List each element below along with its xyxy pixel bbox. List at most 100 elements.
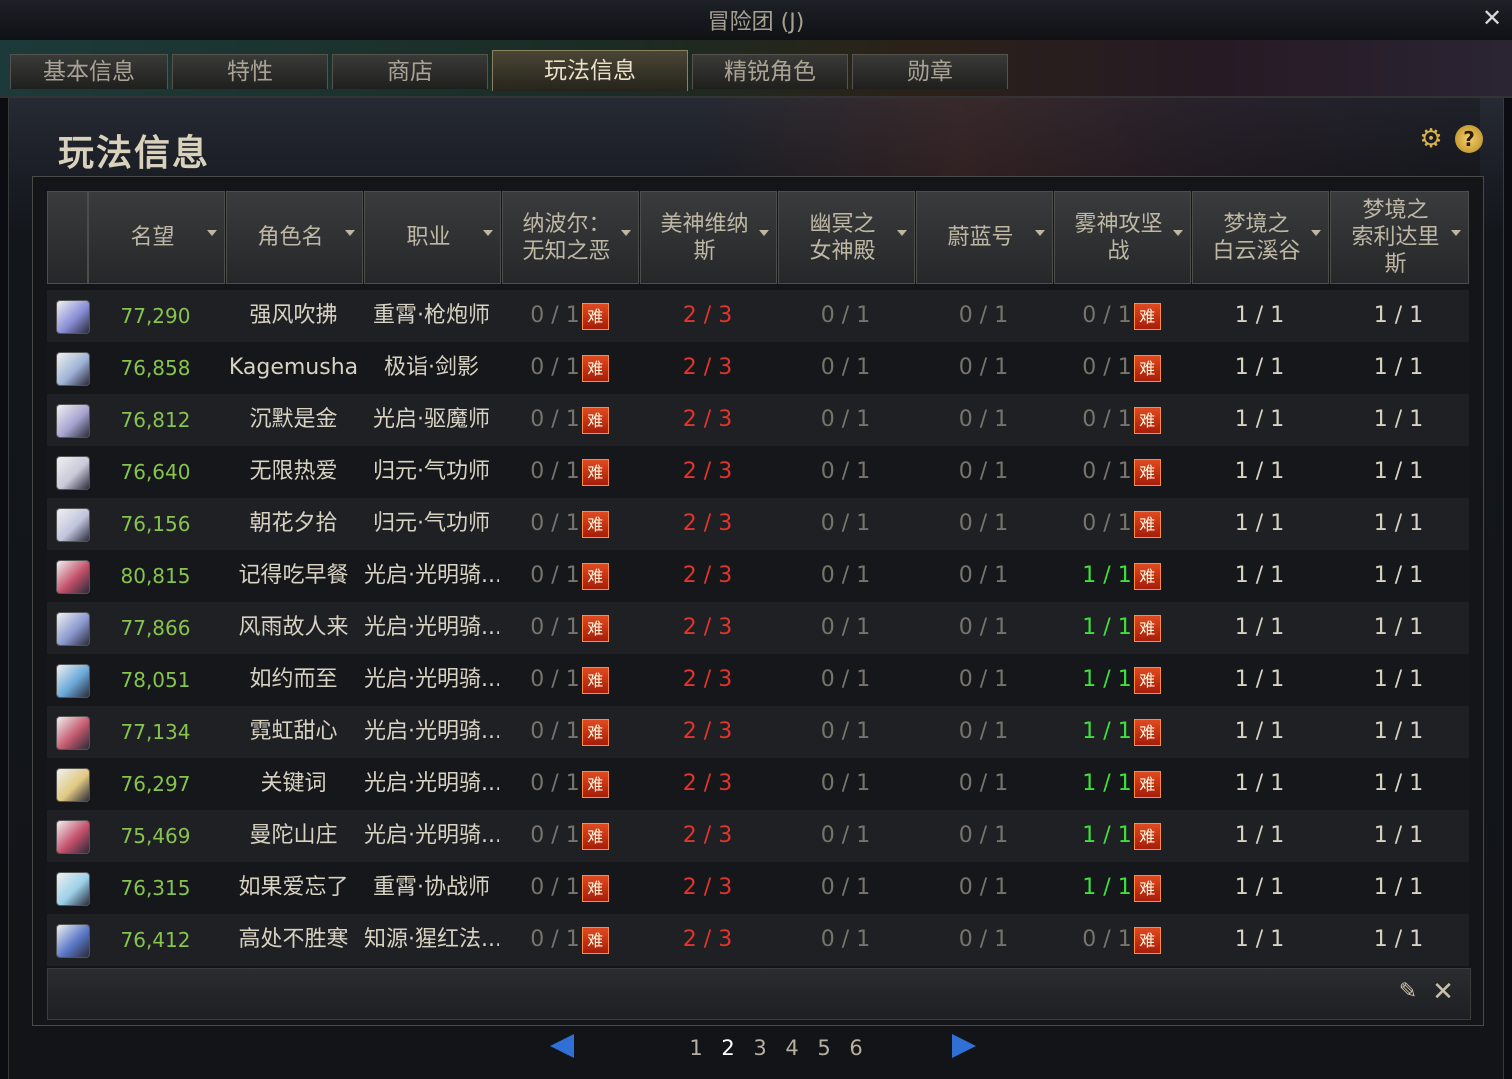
- clear-count: 1 / 1: [1082, 667, 1132, 692]
- page-number[interactable]: 4: [776, 1036, 808, 1060]
- clear-count-cell: 1 / 1: [1192, 862, 1327, 914]
- close-icon[interactable]: ✕: [1431, 979, 1455, 1005]
- header-dungeon-3[interactable]: 幽冥之 女神殿: [778, 191, 915, 284]
- fame-value: 76,858: [120, 356, 191, 380]
- hard-mode-badge: 难: [1133, 770, 1161, 798]
- header-dungeon-5[interactable]: 雾神攻坚 战: [1054, 191, 1191, 284]
- clear-count-cell: 1 / 1: [1192, 758, 1327, 810]
- clear-count: 0 / 1: [530, 615, 580, 640]
- sort-arrow-icon: [1173, 230, 1183, 236]
- table-row[interactable]: 80,815 记得吃早餐 光启·光明骑... 0 / 1难2 / 30 / 10 / …: [47, 550, 1469, 602]
- window-close-icon[interactable]: ✕: [1478, 4, 1506, 32]
- clear-count-cell: 0 / 1难: [502, 602, 637, 654]
- help-icon[interactable]: ?: [1455, 125, 1483, 153]
- fame-cell: 76,297: [88, 758, 223, 810]
- table-row[interactable]: 77,866 风雨故人来 光启·光明骑... 0 / 1难2 / 30 / 10 / …: [47, 602, 1469, 654]
- header-dungeon-6[interactable]: 梦境之 白云溪谷: [1192, 191, 1329, 284]
- clear-count: 1 / 1: [1373, 563, 1424, 588]
- header-dungeon-4[interactable]: 蔚蓝号: [916, 191, 1053, 284]
- page-next-arrow-icon[interactable]: [952, 1034, 976, 1058]
- character-name-cell: 如果爱忘了: [226, 862, 361, 914]
- pencil-icon[interactable]: ✎: [1396, 980, 1420, 1004]
- character-name-cell: 霓虹甜心: [226, 706, 361, 758]
- clear-count: 2 / 3: [682, 615, 733, 640]
- tab-traits[interactable]: 特性: [172, 54, 328, 89]
- header-dungeon-2[interactable]: 美神维纳 斯: [640, 191, 777, 284]
- clear-count: 1 / 1: [1234, 771, 1285, 796]
- tab-elite-characters[interactable]: 精锐角色: [692, 54, 848, 89]
- table-row[interactable]: 77,290 强风吹拂 重霄·枪炮师 0 / 1难2 / 30 / 10 / 10 /…: [47, 290, 1469, 342]
- clear-count-cell: 1 / 1: [1330, 446, 1467, 498]
- header-avatar: [47, 191, 88, 284]
- character-name-cell: 沉默是金: [226, 394, 361, 446]
- table-row[interactable]: 75,469 曼陀山庄 光启·光明骑... 0 / 1难2 / 30 / 10 / 1…: [47, 810, 1469, 862]
- page-number[interactable]: 3: [744, 1036, 776, 1060]
- fame-value: 76,315: [120, 876, 191, 900]
- character-name: 如约而至: [249, 667, 338, 692]
- page-number[interactable]: 2: [712, 1036, 744, 1060]
- header-fame[interactable]: 名望: [88, 191, 225, 284]
- table-row[interactable]: 76,315 如果爱忘了 重霄·协战师 0 / 1难2 / 30 / 10 / 11 …: [47, 862, 1469, 914]
- header-job[interactable]: 职业: [364, 191, 501, 284]
- tab-medals[interactable]: 勋章: [852, 54, 1008, 89]
- clear-count-cell: 1 / 1: [1330, 706, 1467, 758]
- page-number[interactable]: 6: [840, 1036, 872, 1060]
- gear-icon[interactable]: ⚙: [1418, 126, 1444, 152]
- table-row[interactable]: 76,640 无限热爱 归元·气功师 0 / 1难2 / 30 / 10 / 10 /…: [47, 446, 1469, 498]
- clear-count: 1 / 1: [1082, 771, 1132, 796]
- clear-count: 0 / 1: [820, 719, 871, 744]
- job-cell: 重霄·协战师: [364, 862, 499, 914]
- page-number[interactable]: 5: [808, 1036, 840, 1060]
- clear-count: 0 / 1: [958, 875, 1009, 900]
- tab-gameplay-info[interactable]: 玩法信息: [492, 50, 688, 91]
- tab-basic-info[interactable]: 基本信息: [10, 54, 168, 89]
- hard-mode-badge: 难: [581, 666, 609, 694]
- clear-count: 1 / 1: [1234, 927, 1285, 952]
- clear-count-cell: 0 / 1: [778, 498, 913, 550]
- table-row[interactable]: 78,051 如约而至 光启·光明骑... 0 / 1难2 / 30 / 10 / 1…: [47, 654, 1469, 706]
- clear-count: 2 / 3: [682, 511, 733, 536]
- header-label: 纳波尔： 无知之恶: [522, 211, 611, 264]
- job-name: 光启·光明骑...: [364, 719, 499, 744]
- clear-count: 1 / 1: [1373, 771, 1424, 796]
- clear-count: 0 / 1: [958, 511, 1009, 536]
- window-title: 冒险团 (J): [707, 10, 805, 35]
- header-dungeon-1[interactable]: 纳波尔： 无知之恶: [502, 191, 639, 284]
- page-number[interactable]: 1: [680, 1036, 712, 1060]
- fame-cell: 77,290: [88, 290, 223, 342]
- table-row[interactable]: 77,134 霓虹甜心 光启·光明骑... 0 / 1难2 / 30 / 10 / 1…: [47, 706, 1469, 758]
- clear-count-cell: 1 / 1: [1192, 810, 1327, 862]
- clear-count: 1 / 1: [1373, 511, 1424, 536]
- clear-count-cell: 0 / 1: [778, 758, 913, 810]
- header-dungeon-7[interactable]: 梦境之 索利达里 斯: [1330, 191, 1469, 284]
- clear-count: 2 / 3: [682, 459, 733, 484]
- fame-value: 76,156: [120, 512, 191, 536]
- tab-shop[interactable]: 商店: [332, 54, 488, 89]
- clear-count: 0 / 1: [820, 355, 871, 380]
- clear-count: 1 / 1: [1234, 407, 1285, 432]
- page-prev-arrow-icon[interactable]: [550, 1034, 574, 1058]
- clear-count-cell: 0 / 1: [916, 706, 1051, 758]
- table-row[interactable]: 76,156 朝花夕拾 归元·气功师 0 / 1难2 / 30 / 10 / 10 /…: [47, 498, 1469, 550]
- table-row[interactable]: 76,812 沉默是金 光启·驱魔师 0 / 1难2 / 30 / 10 / 10 /…: [47, 394, 1469, 446]
- hard-mode-badge: 难: [581, 926, 609, 954]
- hard-mode-badge: 难: [1133, 510, 1161, 538]
- table-row[interactable]: 76,297 关键词 光启·光明骑... 0 / 1难2 / 30 / 10 / 11…: [47, 758, 1469, 810]
- job-cell: 光启·光明骑...: [364, 602, 499, 654]
- avatar: [56, 924, 90, 958]
- character-name-cell: Kagemusha: [226, 342, 361, 394]
- sort-arrow-icon: [759, 230, 769, 236]
- hard-mode-badge: 难: [1133, 562, 1161, 590]
- clear-count-cell: 2 / 3: [640, 498, 775, 550]
- clear-count-cell: 0 / 1难: [1054, 498, 1189, 550]
- clear-count: 0 / 1: [820, 615, 871, 640]
- table-row[interactable]: 76,412 高处不胜寒 知源·猩红法... 0 / 1难2 / 30 / 10 / …: [47, 914, 1469, 966]
- clear-count: 0 / 1: [958, 563, 1009, 588]
- clear-count: 1 / 1: [1373, 615, 1424, 640]
- clear-count-cell: 1 / 1: [1330, 342, 1467, 394]
- table-row[interactable]: 76,858 Kagemusha 极诣·剑影 0 / 1难2 / 30 / 10 / …: [47, 342, 1469, 394]
- character-name: 如果爱忘了: [238, 875, 349, 900]
- header-character-name[interactable]: 角色名: [226, 191, 363, 284]
- clear-count-cell: 1 / 1: [1192, 394, 1327, 446]
- clear-count-cell: 1 / 1: [1192, 498, 1327, 550]
